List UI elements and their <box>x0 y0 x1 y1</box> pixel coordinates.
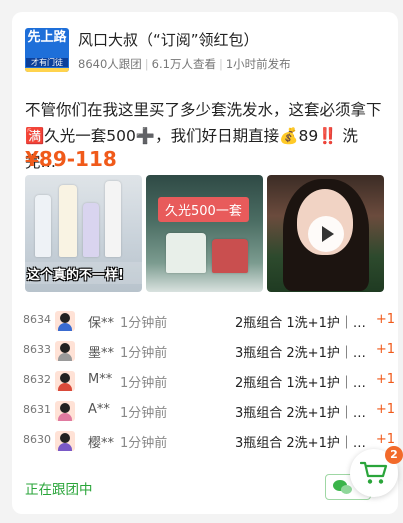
play-icon[interactable] <box>308 216 344 252</box>
image-caption: 这个真的不一样! <box>27 268 124 283</box>
order-time: 1分钟前 <box>120 376 168 391</box>
avatar-subtitle: 才有门徒 <box>26 58 68 67</box>
order-row: 8633 墨** 1分钟前 3瓶组合 2洗+1护｜… +1 <box>23 339 395 363</box>
product-box <box>166 233 206 273</box>
image-caption: 久光500一套 <box>158 197 249 222</box>
order-number: 8632 <box>23 373 51 386</box>
user-avatar <box>55 371 75 391</box>
order-number: 8630 <box>23 433 51 446</box>
avatar-stripe <box>25 68 69 72</box>
user-name: A** <box>88 402 110 417</box>
order-row: 8630 樱** 1分钟前 3瓶组合 2洗+1护｜… +1 <box>23 429 395 453</box>
views-count: 6.1万人查看 <box>151 57 216 71</box>
user-name: 樱** <box>88 436 115 451</box>
meta-divider: | <box>144 57 149 71</box>
order-item: 2瓶组合 1洗+1护｜… <box>235 376 366 391</box>
order-time: 1分钟前 <box>120 316 168 331</box>
bottle-shape <box>83 203 99 257</box>
account-name[interactable]: 风口大叔（“订阅”领红包） <box>78 29 259 50</box>
order-number: 8634 <box>23 313 51 326</box>
avatar-title: 先上路 <box>27 30 67 45</box>
followers-count: 8640人跟团 <box>78 57 142 71</box>
order-time: 1分钟前 <box>120 436 168 451</box>
group-buy-card[interactable]: 先上路 才有门徒 风口大叔（“订阅”领红包） 8640人跟团 | 6.1万人查看 | 1… <box>12 12 398 514</box>
order-item: 3瓶组合 2洗+1护｜… <box>235 346 366 361</box>
order-time: 1分钟前 <box>120 406 168 421</box>
bottle-shape <box>105 181 121 257</box>
meta-divider: | <box>218 57 223 71</box>
product-video-thumbnail[interactable] <box>267 175 384 292</box>
order-time: 1分钟前 <box>120 346 168 361</box>
order-qty: +1 <box>375 342 395 357</box>
order-qty: +1 <box>375 402 395 417</box>
user-name: 墨** <box>88 346 115 361</box>
order-qty: +1 <box>375 372 395 387</box>
order-row: 8631 A** 1分钟前 3瓶组合 2洗+1护｜… +1 <box>23 399 395 423</box>
order-item: 3瓶组合 2洗+1护｜… <box>235 436 366 451</box>
order-item: 3瓶组合 2洗+1护｜… <box>235 406 366 421</box>
image-caption-band: 这个真的不一样! <box>25 262 142 284</box>
product-image-1[interactable]: 这个真的不一样! <box>25 175 142 292</box>
order-qty: +1 <box>375 312 395 327</box>
account-avatar[interactable]: 先上路 才有门徒 <box>25 28 69 72</box>
following-status: 正在跟团中 <box>25 482 93 498</box>
bottle-shape <box>35 195 51 257</box>
product-box <box>212 239 248 273</box>
order-item: 2瓶组合 1洗+1护｜… <box>235 316 366 331</box>
user-avatar <box>55 341 75 361</box>
user-avatar <box>55 401 75 421</box>
order-row: 8634 保** 1分钟前 2瓶组合 1洗+1护｜… +1 <box>23 309 395 333</box>
posted-time: 1小时前发布 <box>225 57 291 71</box>
cart-count-badge: 2 <box>385 446 403 464</box>
order-number: 8631 <box>23 403 51 416</box>
order-qty: +1 <box>375 432 395 447</box>
bottle-shape <box>59 185 77 257</box>
cart-icon <box>360 461 388 484</box>
user-avatar <box>55 311 75 331</box>
price-range: ¥89-118 <box>25 147 117 171</box>
user-name: 保** <box>88 316 115 331</box>
order-number: 8633 <box>23 343 51 356</box>
product-image-2[interactable]: 久光500一套 <box>146 175 263 292</box>
order-row: 8632 M** 1分钟前 2瓶组合 1洗+1护｜… +1 <box>23 369 395 393</box>
user-name: M** <box>88 372 113 387</box>
user-avatar <box>55 431 75 451</box>
account-meta: 8640人跟团 | 6.1万人查看 | 1小时前发布 <box>78 56 291 72</box>
